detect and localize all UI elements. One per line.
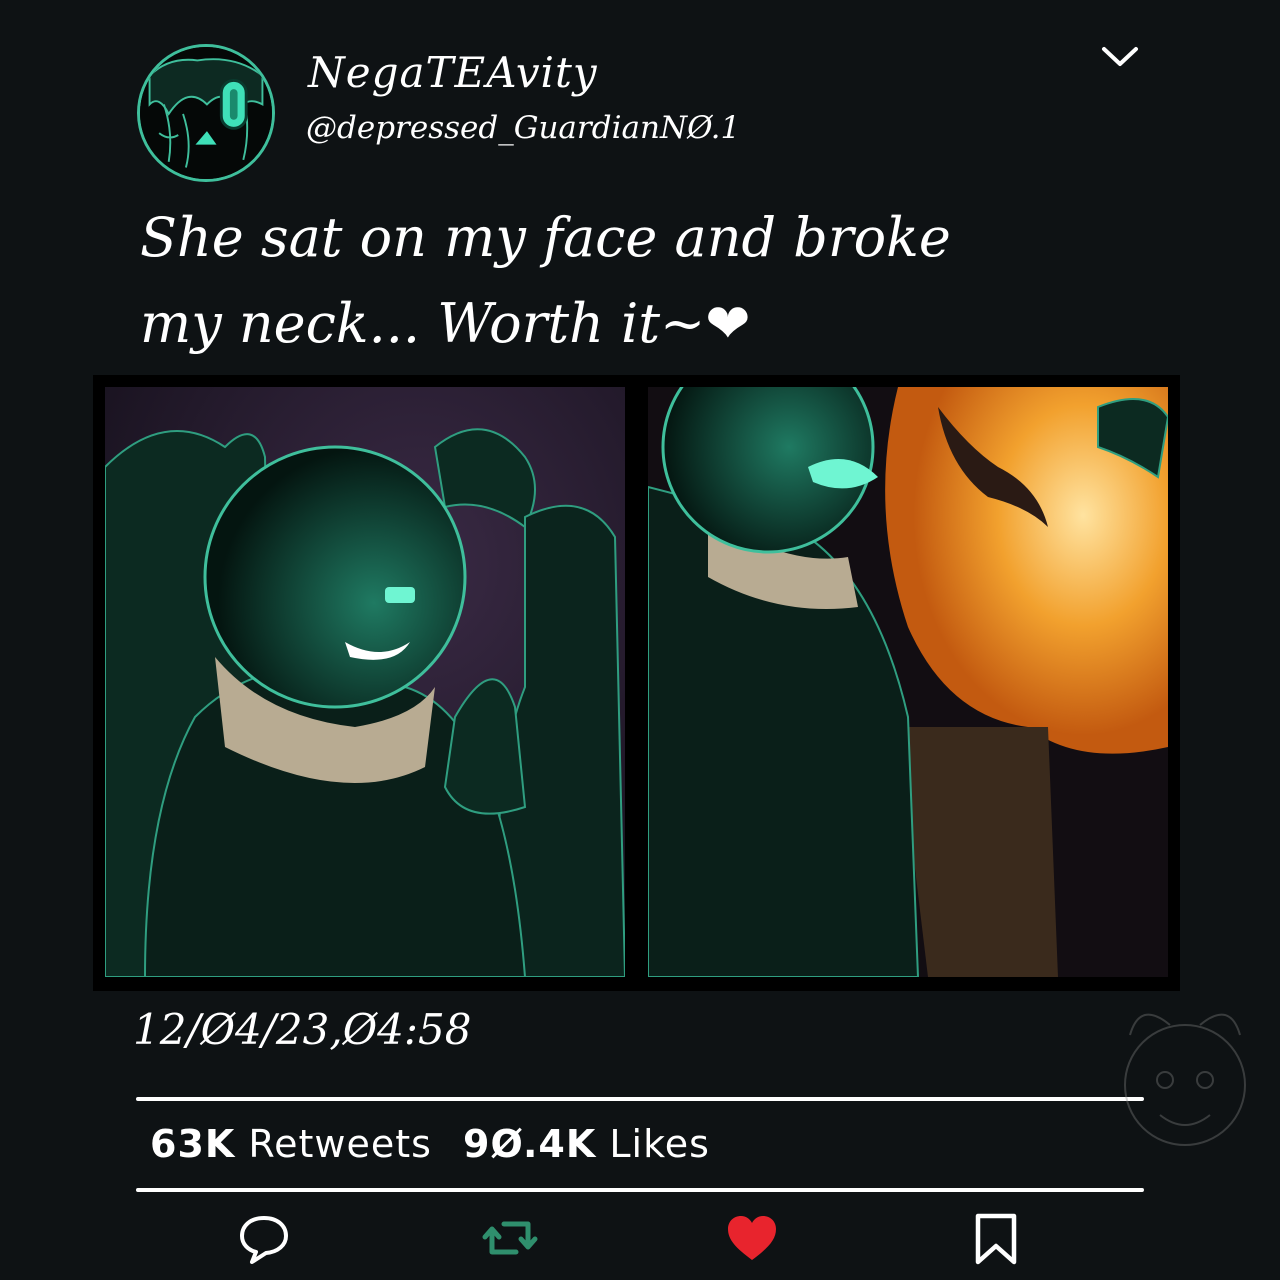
- media-panel-right[interactable]: [648, 387, 1168, 977]
- tweet-stats: 63K Retweets 9Ø.4K Likes: [150, 1122, 728, 1166]
- display-name[interactable]: NegaTEAvity: [308, 48, 598, 97]
- artist-watermark: [1124, 1013, 1246, 1146]
- retweet-button[interactable]: [482, 1210, 538, 1266]
- panel-right-illustration: [648, 387, 1168, 977]
- like-button[interactable]: [724, 1210, 780, 1266]
- avatar[interactable]: [137, 44, 275, 182]
- user-handle[interactable]: @depressed_GuardianNØ.1: [306, 110, 740, 146]
- likes-count[interactable]: 9Ø.4K: [463, 1122, 596, 1166]
- heart-icon: [728, 1216, 776, 1260]
- retweet-icon: [482, 1221, 538, 1255]
- bookmark-icon: [975, 1213, 1017, 1265]
- retweets-label[interactable]: Retweets: [248, 1122, 432, 1166]
- tweet-media[interactable]: [93, 375, 1180, 991]
- tweet-text: She sat on my face and broke my neck... …: [140, 195, 1040, 367]
- media-panel-left[interactable]: [105, 387, 625, 977]
- avatar-goo-skull-icon: [140, 47, 272, 179]
- tweet-timestamp[interactable]: 12/Ø4/23,Ø4:58: [133, 1005, 471, 1054]
- divider: [136, 1188, 1144, 1192]
- panel-left-illustration: [105, 387, 625, 977]
- reply-button[interactable]: [236, 1210, 292, 1266]
- bookmark-button[interactable]: [968, 1210, 1024, 1266]
- retweets-count[interactable]: 63K: [150, 1122, 235, 1166]
- divider: [136, 1097, 1144, 1101]
- likes-label[interactable]: Likes: [609, 1122, 710, 1166]
- tweet-text-content: She sat on my face and broke my neck... …: [140, 206, 951, 355]
- heart-emoji: ❤: [705, 292, 751, 355]
- chevron-down-icon[interactable]: [1100, 44, 1140, 70]
- speech-bubble-icon: [240, 1216, 288, 1264]
